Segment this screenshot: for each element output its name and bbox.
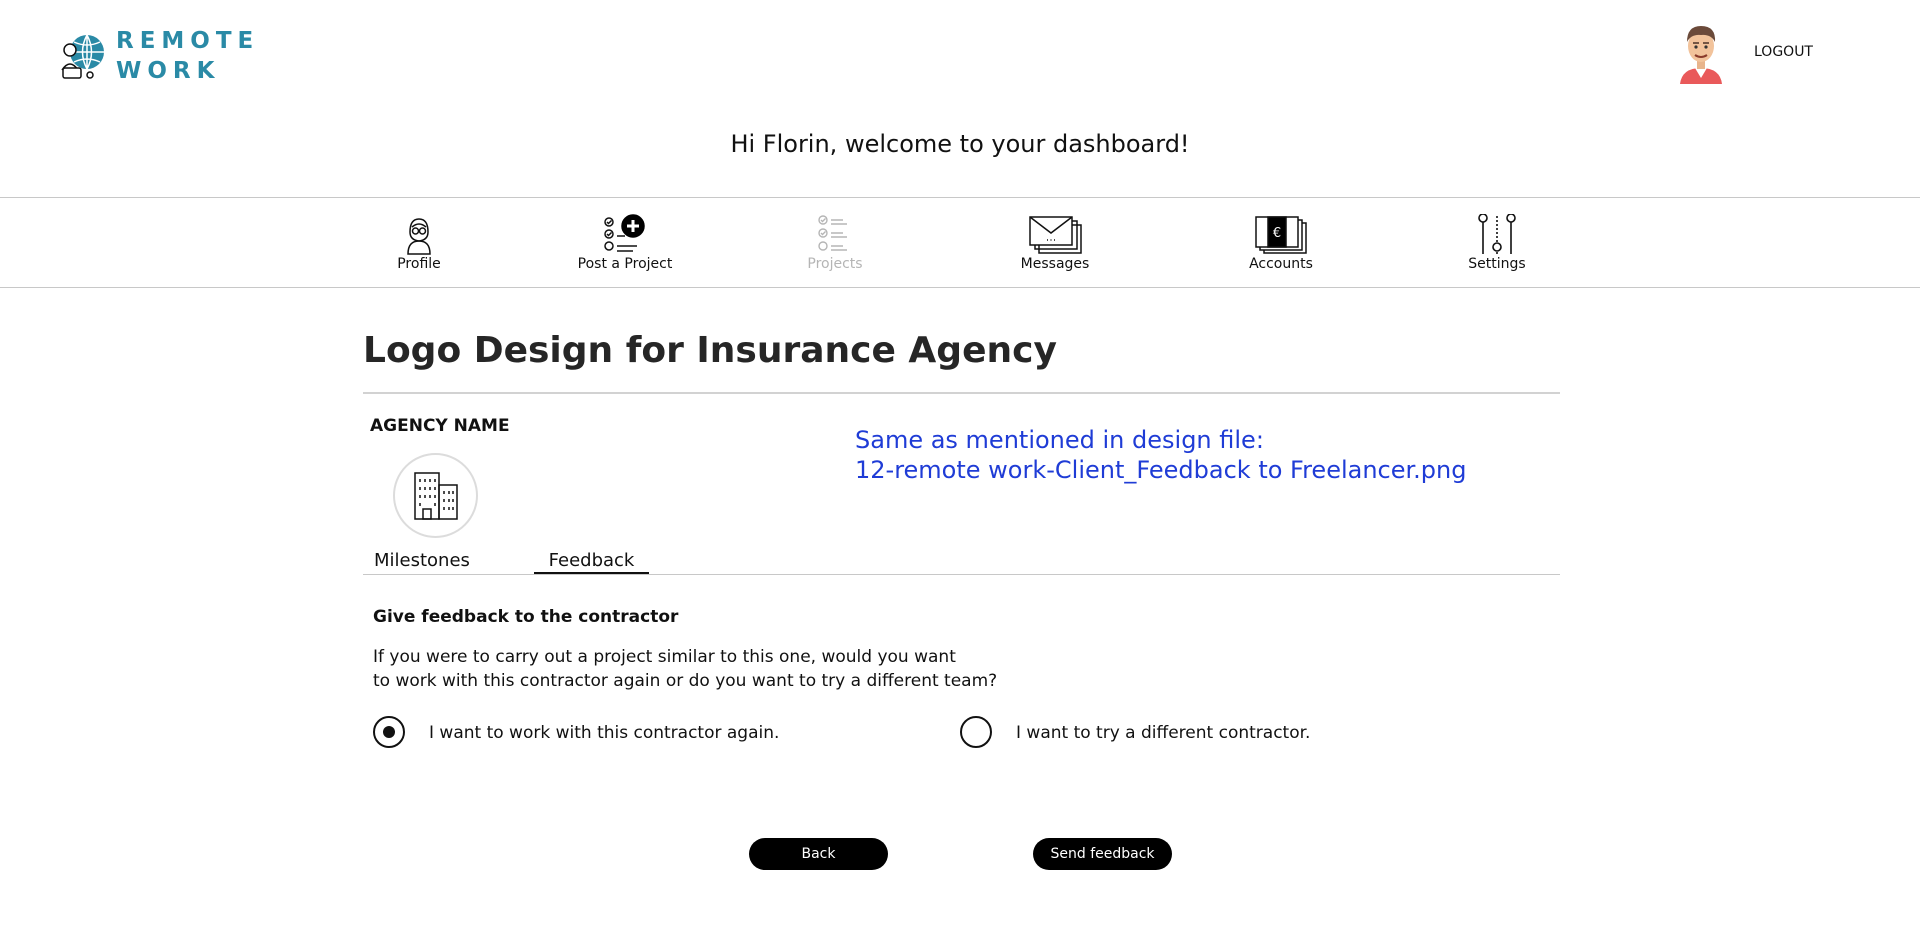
nav-item-messages[interactable]: Messages: [985, 214, 1125, 272]
nav-label-accounts: Accounts: [1249, 256, 1313, 272]
nav-divider-bottom: [0, 287, 1920, 288]
tab-feedback[interactable]: Feedback: [534, 550, 649, 571]
nav-label-profile: Profile: [397, 256, 441, 272]
euro-bills-icon: €: [1255, 216, 1307, 254]
nav-item-projects[interactable]: Projects: [765, 214, 905, 272]
radio-label-work-again[interactable]: I want to work with this contractor agai…: [429, 723, 779, 743]
nav-item-accounts[interactable]: € Accounts: [1211, 214, 1351, 272]
title-divider: [363, 392, 1560, 394]
logo-line-1: REMOTE: [116, 28, 260, 54]
nav-label-messages: Messages: [1020, 256, 1090, 272]
projects-checklist-icon: [818, 215, 847, 251]
agency-name-label: AGENCY NAME: [370, 416, 510, 436]
welcome-message: Hi Florin, welcome to your dashboard!: [730, 130, 1190, 158]
post-project-icon: [604, 214, 645, 252]
radio-selected-dot: [383, 726, 395, 738]
design-note: Same as mentioned in design file: 12-rem…: [855, 425, 1466, 485]
radio-label-different-contractor[interactable]: I want to try a different contractor.: [1016, 723, 1310, 743]
nav-label-settings: Settings: [1468, 256, 1526, 272]
radio-different-contractor[interactable]: [960, 716, 992, 748]
radio-work-again[interactable]: [373, 716, 405, 748]
send-feedback-button[interactable]: Send feedback: [1033, 838, 1172, 870]
nav-divider-top: [0, 197, 1920, 198]
nav-label-post-project: Post a Project: [577, 256, 673, 272]
logo-line-2: WORK: [116, 58, 221, 84]
profile-icon: [407, 218, 431, 255]
feedback-heading: Give feedback to the contractor: [373, 607, 679, 627]
sliders-icon: [1478, 214, 1516, 254]
feedback-question-line-2: to work with this contractor again or do…: [373, 671, 998, 691]
back-button[interactable]: Back: [749, 838, 888, 870]
building-icon: [413, 471, 458, 520]
envelope-icon: [1029, 216, 1082, 254]
agency-logo: [393, 453, 478, 538]
feedback-question: If you were to carry out a project simil…: [373, 645, 997, 693]
nav-item-post-project[interactable]: Post a Project: [555, 214, 695, 272]
nav-item-profile[interactable]: Profile: [349, 214, 489, 272]
logo-wordmark: REMOTE WORK: [116, 26, 259, 86]
design-note-line-1: Same as mentioned in design file:: [855, 426, 1264, 454]
tabs-divider: [363, 574, 1560, 575]
project-title: Logo Design for Insurance Agency: [363, 330, 1057, 371]
nav-item-settings[interactable]: Settings: [1427, 214, 1567, 272]
design-note-line-2: 12-remote work-Client_Feedback to Freela…: [855, 456, 1467, 484]
nav-label-projects: Projects: [807, 256, 863, 272]
logout-link[interactable]: LOGOUT: [1754, 44, 1813, 60]
user-avatar[interactable]: [1676, 22, 1726, 84]
globe-worker-logo-icon: [61, 34, 104, 79]
tab-milestones[interactable]: Milestones: [374, 550, 470, 571]
feedback-question-line-1: If you were to carry out a project simil…: [373, 647, 956, 667]
svg-text:€: €: [1273, 226, 1281, 241]
logo[interactable]: REMOTE WORK: [58, 26, 259, 86]
